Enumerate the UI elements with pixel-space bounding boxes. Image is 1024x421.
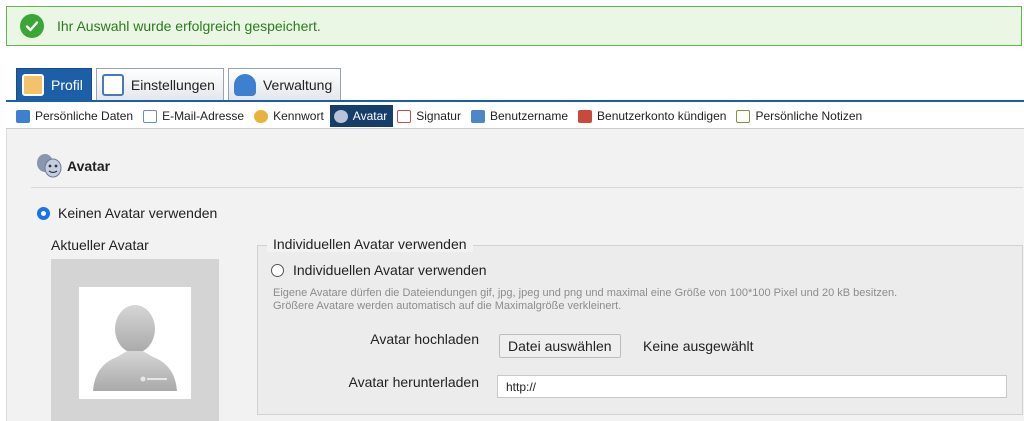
check-icon bbox=[20, 14, 44, 38]
individual-avatar-option[interactable]: Individuellen Avatar verwenden bbox=[271, 262, 487, 278]
tab-profil[interactable]: Profil bbox=[16, 68, 92, 101]
masks-icon bbox=[37, 154, 62, 178]
subnav-label: Avatar bbox=[352, 109, 388, 123]
subnav-avatar[interactable]: Avatar bbox=[329, 105, 394, 127]
help-line: Eigene Avatare dürfen die Dateiendungen … bbox=[273, 287, 898, 299]
subnav-label: Persönliche Notizen bbox=[755, 109, 863, 123]
subnav-signatur[interactable]: Signatur bbox=[393, 105, 467, 127]
individual-avatar-legend: Individuellen Avatar verwenden bbox=[267, 236, 473, 252]
tab-label: Einstellungen bbox=[130, 77, 215, 93]
upload-label: Avatar hochladen bbox=[370, 331, 479, 347]
subnav-notizen[interactable]: Persönliche Notizen bbox=[732, 105, 868, 127]
choose-file-button[interactable]: Datei auswählen bbox=[499, 334, 621, 358]
subnav-label: E-Mail-Adresse bbox=[162, 109, 245, 123]
current-avatar-box bbox=[51, 259, 219, 421]
section-header: Avatar bbox=[35, 153, 110, 179]
section-title: Avatar bbox=[67, 158, 111, 174]
subnav-label: Signatur bbox=[416, 109, 461, 123]
profile-icon bbox=[22, 74, 44, 96]
database-icon bbox=[233, 74, 256, 96]
tab-einstellungen[interactable]: Einstellungen bbox=[95, 68, 224, 101]
subnav-label: Benutzername bbox=[489, 109, 569, 123]
no-avatar-option[interactable]: Keinen Avatar verwenden bbox=[37, 205, 217, 221]
current-avatar-label: Aktueller Avatar bbox=[51, 237, 149, 253]
sub-navigation: Persönliche Daten E-Mail-Adresse Kennwor… bbox=[12, 105, 868, 127]
subnav-benutzername[interactable]: Benutzername bbox=[467, 105, 574, 127]
success-message: Ihr Auswahl wurde erfolgreich gespeicher… bbox=[57, 18, 321, 34]
subnav-label: Kennwort bbox=[273, 109, 324, 123]
subnav-label: Persönliche Daten bbox=[35, 109, 134, 123]
subnav-label: Benutzerkonto kündigen bbox=[597, 109, 727, 123]
avatar-url-input[interactable] bbox=[497, 375, 1007, 398]
tab-label: Verwaltung bbox=[262, 77, 333, 93]
main-tabs: Profil Einstellungen Verwaltung bbox=[16, 68, 342, 101]
section-divider bbox=[31, 187, 1023, 188]
keys-icon bbox=[254, 109, 269, 123]
delete-account-icon bbox=[578, 109, 593, 123]
individual-avatar-option-label: Individuellen Avatar verwenden bbox=[293, 262, 487, 278]
id-card-icon bbox=[16, 109, 30, 123]
tab-verwaltung[interactable]: Verwaltung bbox=[227, 68, 342, 101]
tab-underline bbox=[6, 100, 1024, 102]
masks-icon bbox=[333, 109, 348, 123]
no-avatar-radio[interactable] bbox=[37, 206, 50, 220]
email-icon bbox=[143, 109, 158, 123]
notes-icon bbox=[736, 109, 751, 123]
checklist-icon bbox=[101, 74, 124, 96]
file-status: Keine ausgewählt bbox=[643, 338, 754, 354]
subnav-email[interactable]: E-Mail-Adresse bbox=[139, 105, 250, 127]
help-line: Größere Avatare werden automatisch auf d… bbox=[273, 300, 622, 312]
tab-label: Profil bbox=[51, 77, 83, 93]
download-label: Avatar herunterladen bbox=[348, 374, 480, 390]
avatar-placeholder-image bbox=[79, 287, 191, 399]
individual-avatar-radio[interactable] bbox=[271, 263, 284, 277]
subnav-konto-kuendigen[interactable]: Benutzerkonto kündigen bbox=[574, 105, 732, 127]
subnav-kennwort[interactable]: Kennwort bbox=[250, 105, 330, 127]
success-banner: Ihr Auswahl wurde erfolgreich gespeicher… bbox=[6, 6, 1022, 46]
avatar-help-text: Eigene Avatare dürfen die Dateiendungen … bbox=[273, 287, 993, 313]
user-card-icon bbox=[470, 109, 485, 123]
pen-icon bbox=[397, 109, 412, 123]
no-avatar-label: Keinen Avatar verwenden bbox=[58, 205, 218, 221]
content-panel: Avatar Keinen Avatar verwenden Aktueller… bbox=[6, 129, 1024, 421]
subnav-persoenliche-daten[interactable]: Persönliche Daten bbox=[12, 105, 139, 127]
